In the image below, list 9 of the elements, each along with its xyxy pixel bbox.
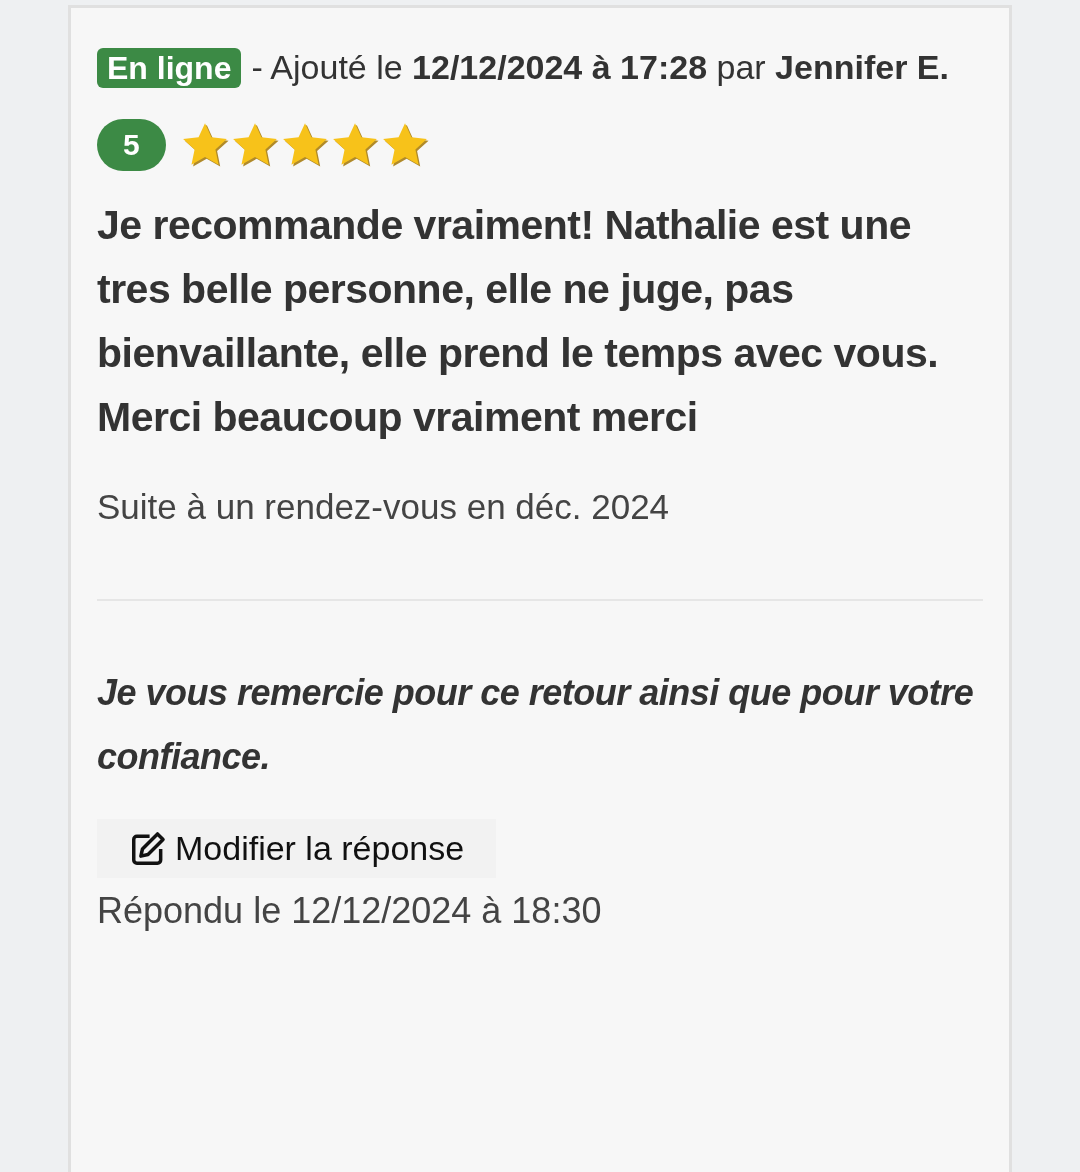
edit-reply-button[interactable]: Modifier la réponse	[97, 819, 497, 878]
score-badge: 5	[97, 119, 166, 171]
status-badge: En ligne	[97, 48, 242, 88]
review-byline: - Ajouté le 12/12/2024 à 17:28 par Jennifer E.	[251, 48, 949, 86]
edit-icon	[129, 829, 167, 868]
reply-text: Je vous remercie pour ce retour ainsi que pour votre confiance.	[97, 671, 975, 779]
review-text: Je recommande vraiment! Nathalie est une tres belle personne, elle ne juge, pas bienvaillante, elle prend le temps avec vous. Merci beaucoup vraiment merci	[97, 201, 940, 442]
reply-date: Répondu le 12/12/2024 à 18:30	[97, 890, 603, 932]
visit-context: Suite à un rendez-vous en déc. 2024	[97, 487, 671, 527]
